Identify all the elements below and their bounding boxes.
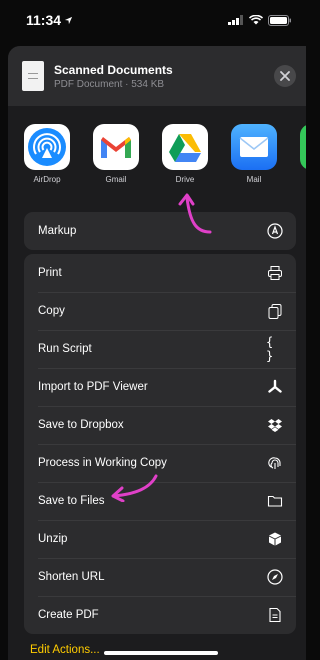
app-mail[interactable]: Mail — [231, 124, 277, 196]
action-label: Run Script — [38, 343, 92, 355]
wifi-icon — [249, 15, 263, 25]
app-airdrop[interactable]: AirDrop — [24, 124, 70, 196]
action-shorten-url[interactable]: Shorten URL — [24, 558, 296, 596]
action-copy[interactable]: Copy — [24, 292, 296, 330]
apps-row: AirDrop Gmail Drive Mail — [8, 124, 306, 196]
dropbox-icon — [266, 416, 284, 434]
edit-actions-link[interactable]: Edit Actions... — [30, 644, 100, 656]
fingerprint-icon — [266, 454, 284, 472]
action-label: Save to Dropbox — [38, 419, 124, 431]
app-messages[interactable]: M — [300, 124, 306, 196]
action-label: Shorten URL — [38, 571, 105, 583]
share-sheet: Scanned Documents PDF Document · 534 KB … — [8, 46, 306, 660]
action-label: Copy — [38, 305, 65, 317]
action-label: Process in Working Copy — [38, 457, 167, 469]
home-indicator[interactable] — [104, 651, 218, 655]
compass-icon — [266, 568, 284, 586]
action-label: Create PDF — [38, 609, 99, 621]
action-label: Print — [38, 267, 62, 279]
markup-group: Markup — [24, 212, 296, 250]
sheet-header: Scanned Documents PDF Document · 534 KB — [8, 46, 306, 106]
close-button[interactable] — [274, 65, 296, 87]
action-label: Import to PDF Viewer — [38, 381, 148, 393]
action-markup[interactable]: Markup — [24, 212, 296, 250]
braces-icon: { } — [266, 335, 274, 363]
status-time: 11:34 — [26, 12, 73, 28]
action-label: Markup — [38, 225, 77, 237]
battery-icon — [268, 14, 291, 26]
action-label: Save to Files — [38, 495, 105, 507]
action-unzip[interactable]: Unzip — [24, 520, 296, 558]
location-arrow-icon — [64, 16, 73, 24]
app-label: Mail — [246, 175, 262, 184]
gmail-icon — [93, 124, 139, 170]
document-title: Scanned Documents — [54, 62, 173, 77]
messages-icon — [300, 124, 306, 170]
action-label: Unzip — [38, 533, 68, 545]
annotation-arrow-drive — [178, 193, 212, 234]
action-working-copy[interactable]: Process in Working Copy — [24, 444, 296, 482]
time-label: 11:34 — [26, 12, 62, 28]
app-drive[interactable]: Drive — [162, 124, 208, 196]
actions-group: Print Copy Run Script { } Import to PDF … — [24, 254, 296, 634]
folder-icon — [266, 492, 284, 510]
document-thumbnail — [22, 61, 44, 91]
status-bar: 11:34 — [0, 0, 306, 40]
status-icons — [228, 14, 292, 26]
document-icon — [266, 606, 284, 624]
action-save-dropbox[interactable]: Save to Dropbox — [24, 406, 296, 444]
box-icon — [266, 530, 284, 548]
mail-icon — [231, 124, 277, 170]
pdf-viewer-icon — [266, 378, 284, 396]
copy-icon — [266, 302, 284, 320]
action-import-pdf-viewer[interactable]: Import to PDF Viewer — [24, 368, 296, 406]
action-create-pdf[interactable]: Create PDF — [24, 596, 296, 634]
action-print[interactable]: Print — [24, 254, 296, 292]
drive-icon — [162, 124, 208, 170]
app-gmail[interactable]: Gmail — [93, 124, 139, 196]
app-label: Gmail — [105, 175, 127, 184]
close-icon — [280, 71, 290, 81]
airdrop-icon — [24, 124, 70, 170]
printer-icon — [266, 264, 284, 282]
action-save-files[interactable]: Save to Files — [24, 482, 296, 520]
app-label: AirDrop — [33, 175, 61, 184]
annotation-arrow-save-files — [111, 474, 158, 502]
action-run-script[interactable]: Run Script { } — [24, 330, 296, 368]
app-label: Drive — [175, 175, 195, 184]
signal-icon — [228, 15, 243, 25]
markup-icon — [266, 222, 284, 240]
document-subtitle: PDF Document · 534 KB — [54, 78, 165, 90]
